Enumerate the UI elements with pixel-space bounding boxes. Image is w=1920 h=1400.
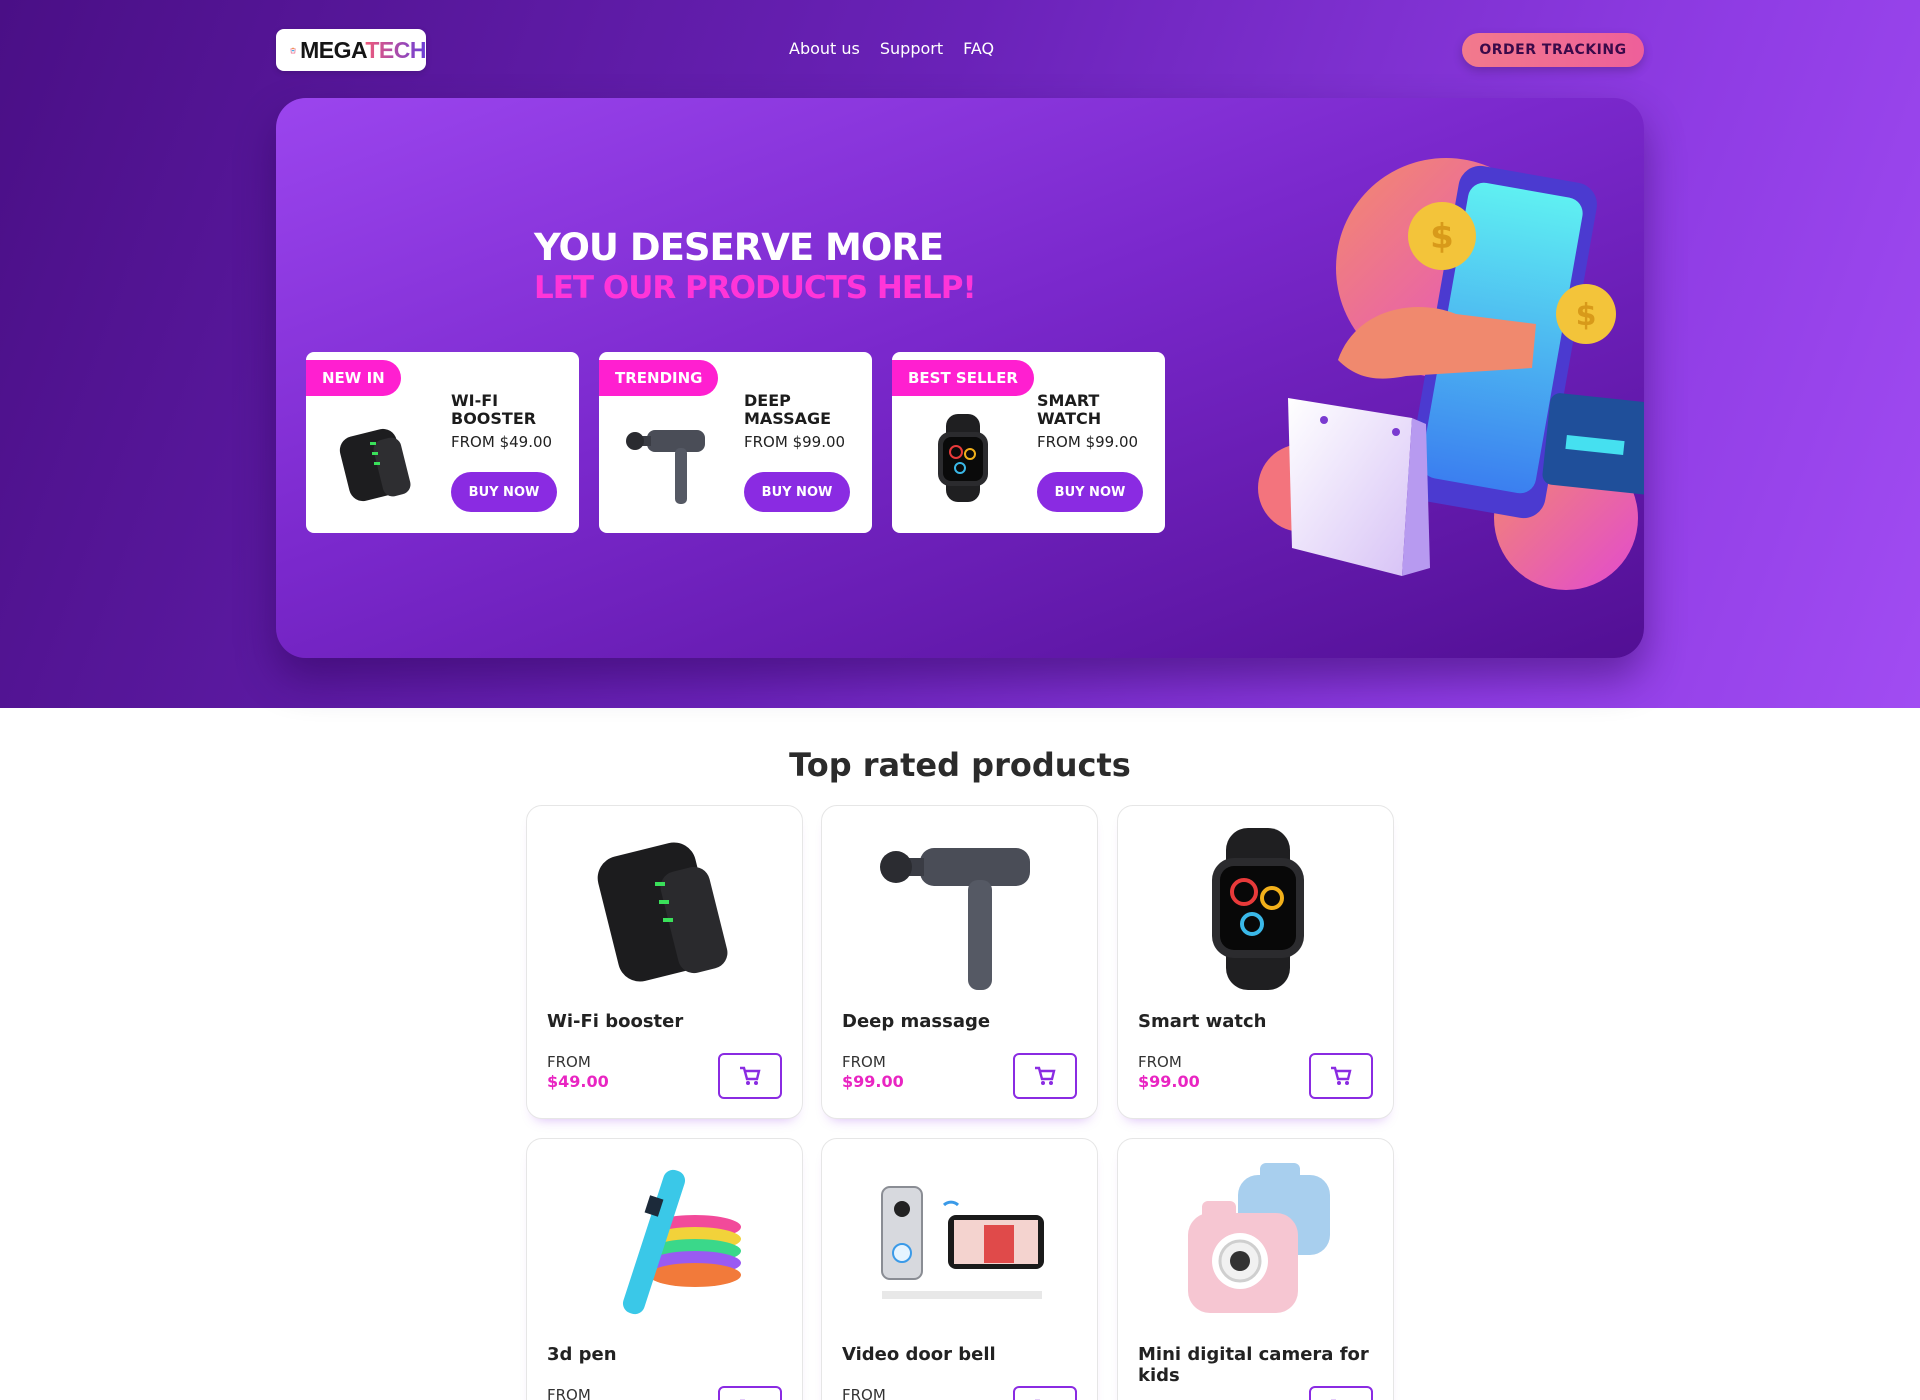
add-to-cart-button[interactable]	[1309, 1053, 1373, 1099]
massage-gun-image	[626, 430, 705, 504]
product-card-smart-watch[interactable]: Smart watch FROM $99.00	[1117, 805, 1394, 1119]
promo-price: FROM $49.00	[451, 433, 553, 451]
promo-tag: BEST SELLER	[892, 360, 1034, 396]
nav-faq[interactable]: FAQ	[963, 39, 994, 58]
wifi-booster-image	[339, 428, 411, 502]
promo-name: WI-FI BOOSTER	[451, 391, 537, 428]
nav-about-us[interactable]: About us	[789, 39, 860, 58]
product-price: $49.00	[547, 1072, 609, 1091]
video-doorbell-image	[881, 1186, 1044, 1299]
smart-watch-image	[1212, 828, 1304, 990]
add-to-cart-button[interactable]	[1309, 1386, 1373, 1400]
promo-price: FROM $99.00	[1037, 433, 1139, 451]
top-rated-title: Top rated products	[789, 746, 1131, 784]
logo-mega: MEGA	[300, 36, 366, 63]
cart-icon	[1035, 1066, 1056, 1085]
add-to-cart-button[interactable]	[1013, 1053, 1077, 1099]
add-to-cart-button[interactable]	[1013, 1386, 1077, 1400]
hero-band: MEGATECH About us Support FAQ ORDER TRAC…	[0, 0, 1920, 708]
product-card-video-door-bell[interactable]: Video door bell FROM	[821, 1138, 1098, 1400]
order-tracking-button[interactable]: ORDER TRACKING	[1462, 33, 1644, 67]
promo-price: FROM $99.00	[744, 433, 846, 451]
buy-now-button[interactable]: BUY NOW	[744, 472, 850, 512]
hero-subtitle: LET OUR PRODUCTS HELP!	[534, 270, 977, 306]
massage-gun-image	[880, 848, 1030, 990]
wifi-booster-image	[597, 842, 728, 982]
shopping-bag-logo-icon	[290, 47, 296, 54]
product-card-deep-massage[interactable]: Deep massage FROM $99.00	[821, 805, 1098, 1119]
product-from-label: FROM	[547, 1053, 591, 1071]
main-nav: About us Support FAQ	[789, 39, 994, 58]
product-name: 3d pen	[547, 1344, 617, 1365]
hero-title: YOU DESERVE MORE	[534, 226, 944, 269]
product-name: Smart watch	[1138, 1011, 1267, 1032]
promo-name: DEEP MASSAGE	[744, 391, 832, 428]
logo-text: MEGATECH	[300, 37, 426, 64]
nav-support[interactable]: Support	[880, 39, 943, 58]
promo-tag: NEW IN	[306, 360, 401, 396]
product-card-3d-pen[interactable]: 3d pen FROM	[526, 1138, 803, 1400]
product-price: $99.00	[1138, 1072, 1200, 1091]
smart-watch-image	[938, 414, 988, 502]
hero-card: YOU DESERVE MORE LET OUR PRODUCTS HELP! …	[276, 98, 1644, 658]
svg-text:$: $	[1430, 217, 1454, 257]
product-card-mini-camera[interactable]: Mini digital camera for kids	[1117, 1138, 1394, 1400]
product-from-label: FROM	[842, 1386, 886, 1400]
promo-card-deep-massage: TRENDING DEEP MASSAGE FROM $99.00 BUY NO…	[599, 352, 872, 533]
product-card-wifi-booster[interactable]: Wi-Fi booster FROM $49.00	[526, 805, 803, 1119]
promo-tag: TRENDING	[599, 360, 719, 396]
topbar: MEGATECH About us Support FAQ ORDER TRAC…	[276, 29, 1644, 71]
buy-now-button[interactable]: BUY NOW	[451, 472, 557, 512]
product-name: Video door bell	[842, 1344, 996, 1365]
kids-camera-image	[1188, 1163, 1330, 1313]
shopping-phone-illustration: $ $	[1258, 158, 1644, 590]
promo-card-smart-watch: BEST SELLER SMART WATCH FROM $99.00 BUY …	[892, 352, 1165, 533]
cart-icon	[740, 1066, 761, 1085]
product-name: Deep massage	[842, 1011, 991, 1032]
product-price: $99.00	[842, 1072, 904, 1091]
logo-tech: TECH	[365, 36, 426, 63]
promo-card-wifi-booster: NEW IN WI-FI BOOSTER FROM $49.00 BUY NOW	[306, 352, 579, 533]
product-from-label: FROM	[842, 1053, 886, 1071]
add-to-cart-button[interactable]	[718, 1386, 782, 1400]
cart-icon	[1331, 1066, 1352, 1085]
logo[interactable]: MEGATECH	[276, 29, 426, 71]
3d-pen-image	[622, 1169, 741, 1315]
product-name: Wi-Fi booster	[547, 1011, 684, 1032]
buy-now-button[interactable]: BUY NOW	[1037, 472, 1143, 512]
add-to-cart-button[interactable]	[718, 1053, 782, 1099]
promo-name: SMART WATCH	[1037, 391, 1102, 428]
svg-text:$: $	[1576, 298, 1597, 333]
product-name: Mini digital camera for kids	[1138, 1344, 1369, 1386]
product-from-label: FROM	[547, 1386, 591, 1400]
product-from-label: FROM	[1138, 1053, 1182, 1071]
